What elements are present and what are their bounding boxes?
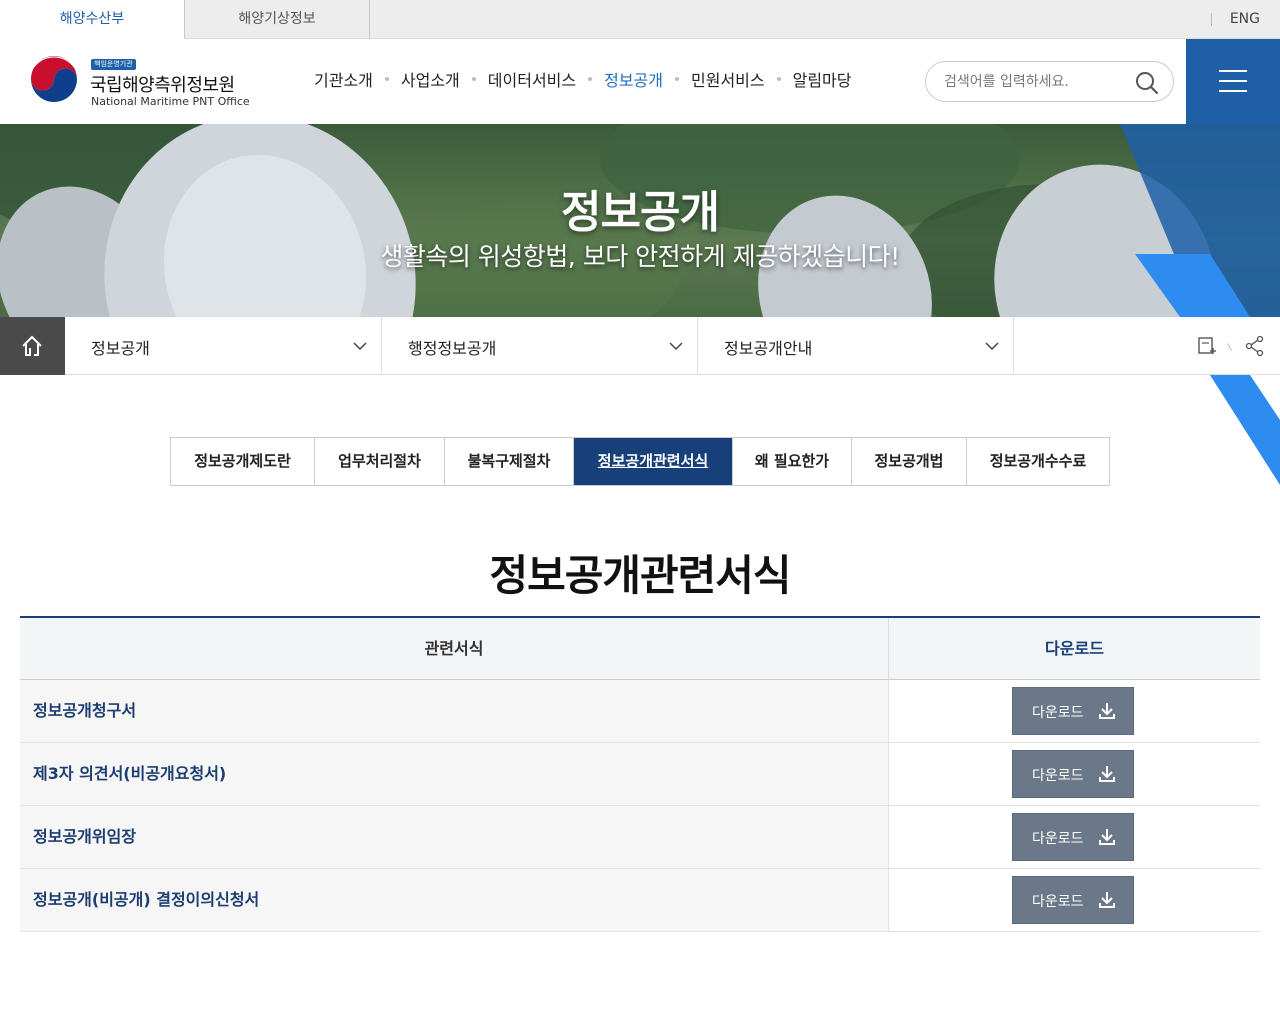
hero-subtitle: 생활속의 위성항법, 보다 안전하게 제공하겠습니다! bbox=[380, 242, 900, 271]
gnb-separator bbox=[471, 77, 476, 81]
tab-forms[interactable]: 정보공개관련서식 bbox=[574, 438, 733, 485]
tool-divider bbox=[1227, 343, 1232, 351]
gnb-separator bbox=[588, 77, 593, 81]
location-label: 행정정보공개 bbox=[408, 339, 497, 358]
gnb-item-info-disclosure[interactable]: 정보공개 bbox=[604, 67, 663, 91]
tab-law[interactable]: 정보공개법 bbox=[852, 438, 967, 485]
form-name: 정보공개(비공개) 결정이의신청서 bbox=[20, 869, 889, 931]
table-row: 정보공개위임장 다운로드 bbox=[20, 806, 1260, 869]
download-label: 다운로드 bbox=[1032, 894, 1084, 910]
download-icon bbox=[1099, 829, 1115, 845]
gnb-separator bbox=[384, 77, 389, 81]
form-name: 제3자 의견서(비공개요청서) bbox=[20, 743, 889, 805]
share-icon[interactable] bbox=[1244, 335, 1266, 357]
column-header-form: 관련서식 bbox=[20, 618, 889, 679]
location-label: 정보공개안내 bbox=[724, 339, 813, 358]
gnb-separator bbox=[675, 77, 679, 81]
lang-divider bbox=[1211, 13, 1212, 26]
table-row: 제3자 의견서(비공개요청서) 다운로드 bbox=[20, 743, 1260, 806]
search-input[interactable] bbox=[944, 70, 1129, 94]
location-tools bbox=[1196, 335, 1268, 357]
forms-table: 관련서식 다운로드 정보공개청구서 다운로드 제3자 의견서(비공개요청서) 다… bbox=[20, 616, 1260, 932]
utility-bar: 해양수산부 해양기상정보 ENG bbox=[0, 0, 1280, 40]
download-button[interactable]: 다운로드 bbox=[1012, 876, 1134, 924]
download-icon bbox=[1099, 766, 1115, 782]
language-link[interactable]: ENG bbox=[1230, 0, 1260, 39]
logo-name-korean: 국립해양측위정보원 bbox=[90, 75, 235, 96]
menu-icon[interactable] bbox=[1186, 39, 1280, 124]
gnb-item-data-service[interactable]: 데이터서비스 bbox=[488, 67, 576, 91]
gnb-separator bbox=[776, 77, 781, 81]
logo-badge: 책임운영기관 bbox=[91, 59, 136, 70]
location-dropdown-depth3[interactable]: 정보공개안내 bbox=[698, 317, 1014, 375]
chevron-down-icon bbox=[353, 342, 367, 351]
table-row: 정보공개(비공개) 결정이의신청서 다운로드 bbox=[20, 869, 1260, 932]
form-name: 정보공개위임장 bbox=[20, 806, 889, 868]
page-title: 정보공개관련서식 bbox=[489, 551, 791, 600]
search-icon[interactable] bbox=[1135, 71, 1159, 95]
download-button[interactable]: 다운로드 bbox=[1012, 750, 1134, 798]
tab-why-needed[interactable]: 왜 필요한가 bbox=[733, 438, 852, 485]
site-logo[interactable]: 책임운영기관 국립해양측위정보원 National Maritime PNT O… bbox=[28, 56, 268, 108]
logo-name-english: National Maritime PNT Office bbox=[91, 95, 250, 108]
decorative-accent bbox=[1210, 375, 1280, 485]
download-button[interactable]: 다운로드 bbox=[1012, 687, 1134, 735]
download-label: 다운로드 bbox=[1032, 768, 1084, 784]
home-button[interactable] bbox=[0, 317, 65, 375]
home-icon bbox=[22, 335, 42, 356]
tab-info-system[interactable]: 정보공개제도란 bbox=[171, 438, 315, 485]
print-icon[interactable] bbox=[1196, 335, 1218, 357]
page: 해양수산부 해양기상정보 ENG 책임운영기관 국립해양측위정보원 Nation… bbox=[0, 0, 1280, 1024]
chevron-down-icon bbox=[985, 342, 999, 351]
location-label: 정보공개 bbox=[91, 339, 150, 358]
gnb-item-notice[interactable]: 알림마당 bbox=[793, 67, 852, 91]
search-box bbox=[925, 61, 1174, 102]
gnb-item-business[interactable]: 사업소개 bbox=[401, 67, 460, 91]
hero-title: 정보공개 bbox=[561, 187, 720, 238]
hero-banner: 정보공개 생활속의 위성항법, 보다 안전하게 제공하겠습니다! bbox=[0, 124, 1280, 317]
government-emblem-icon bbox=[28, 56, 80, 108]
gnb-item-about[interactable]: 기관소개 bbox=[314, 67, 373, 91]
table-row: 정보공개청구서 다운로드 bbox=[20, 680, 1260, 743]
tab-appeal[interactable]: 불복구제절차 bbox=[445, 438, 574, 485]
tab-process[interactable]: 업무처리절차 bbox=[315, 438, 445, 485]
table-header: 관련서식 다운로드 bbox=[20, 618, 1260, 680]
download-icon bbox=[1099, 892, 1115, 908]
header: 책임운영기관 국립해양측위정보원 National Maritime PNT O… bbox=[0, 39, 1280, 124]
download-button[interactable]: 다운로드 bbox=[1012, 813, 1134, 861]
util-tab-mof[interactable]: 해양수산부 bbox=[0, 0, 185, 40]
form-name: 정보공개청구서 bbox=[20, 680, 889, 742]
global-nav: 기관소개 사업소개 데이터서비스 정보공개 민원서비스 알림마당 bbox=[314, 67, 852, 91]
download-icon bbox=[1099, 703, 1115, 719]
location-bar: 정보공개 행정정보공개 정보공개안내 bbox=[0, 317, 1280, 375]
content-tabs: 정보공개제도란 업무처리절차 불복구제절차 정보공개관련서식 왜 필요한가 정보… bbox=[170, 437, 1110, 486]
util-tab-weather[interactable]: 해양기상정보 bbox=[185, 0, 370, 39]
location-dropdown-depth2[interactable]: 행정정보공개 bbox=[382, 317, 698, 375]
tab-fees[interactable]: 정보공개수수료 bbox=[967, 438, 1109, 485]
chevron-down-icon bbox=[669, 342, 683, 351]
download-label: 다운로드 bbox=[1032, 705, 1084, 721]
gnb-item-civil-service[interactable]: 민원서비스 bbox=[691, 67, 765, 91]
download-label: 다운로드 bbox=[1032, 831, 1084, 847]
column-header-download: 다운로드 bbox=[1045, 639, 1104, 658]
location-dropdown-depth1[interactable]: 정보공개 bbox=[65, 317, 382, 375]
